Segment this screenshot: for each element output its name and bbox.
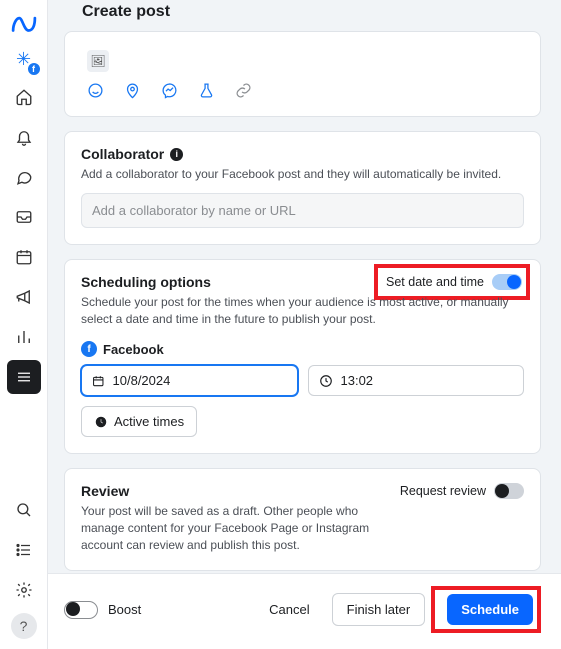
nav-all-tools-icon[interactable] xyxy=(7,360,41,394)
nav-home-icon[interactable] xyxy=(7,80,41,114)
request-review-toggle[interactable] xyxy=(494,483,524,499)
nav-insights-icon[interactable] xyxy=(7,320,41,354)
time-value: 13:02 xyxy=(341,373,374,388)
facebook-icon: f xyxy=(81,341,97,357)
nav-inbox-icon[interactable] xyxy=(7,200,41,234)
clock-fill-icon xyxy=(94,415,108,429)
nav-list-icon[interactable] xyxy=(7,533,41,567)
highlight-schedule: Schedule xyxy=(431,586,541,633)
nav-megaphone-icon[interactable] xyxy=(7,280,41,314)
page-avatar[interactable]: ✳f xyxy=(9,44,39,74)
header: Create post xyxy=(48,0,561,31)
collaborator-card: Collaborator i Add a collaborator to you… xyxy=(64,131,541,245)
finish-later-button[interactable]: Finish later xyxy=(332,593,426,626)
time-input[interactable]: 13:02 xyxy=(308,365,525,396)
collaborator-input[interactable] xyxy=(81,193,524,228)
emoji-icon[interactable] xyxy=(87,82,104,104)
schedule-button[interactable]: Schedule xyxy=(447,594,533,625)
review-card: Review Request review Your post will be … xyxy=(64,468,541,570)
page-title: Create post xyxy=(82,3,561,21)
flask-icon[interactable] xyxy=(198,82,215,104)
cancel-button[interactable]: Cancel xyxy=(255,594,323,625)
scheduling-desc: Schedule your post for the times when yo… xyxy=(81,294,524,328)
calendar-icon xyxy=(92,374,105,388)
nav-chat-icon[interactable] xyxy=(7,160,41,194)
clock-icon xyxy=(319,374,333,388)
content-scroll[interactable]: 🖼 Collaborator i Add a collaborator to y… xyxy=(48,31,561,573)
left-nav: ✳f ? xyxy=(0,0,48,649)
date-input[interactable] xyxy=(81,365,298,396)
set-date-time-label: Set date and time xyxy=(386,275,484,289)
nav-bell-icon[interactable] xyxy=(7,120,41,154)
messenger-icon[interactable] xyxy=(161,82,178,104)
set-date-time-toggle[interactable] xyxy=(492,274,522,290)
link-icon[interactable] xyxy=(235,82,252,104)
review-title: Review xyxy=(81,483,129,499)
date-field[interactable] xyxy=(113,373,287,388)
composer-card: 🖼 xyxy=(64,31,541,117)
collaborator-desc: Add a collaborator to your Facebook post… xyxy=(81,166,524,183)
active-times-label: Active times xyxy=(114,414,184,429)
nav-calendar-icon[interactable] xyxy=(7,240,41,274)
review-desc: Your post will be saved as a draft. Othe… xyxy=(81,503,391,553)
nav-search-icon[interactable] xyxy=(7,493,41,527)
boost-label: Boost xyxy=(108,602,141,617)
collaborator-title: Collaborator xyxy=(81,146,164,162)
active-times-button[interactable]: Active times xyxy=(81,406,197,437)
location-icon[interactable] xyxy=(124,82,141,104)
collaborator-field[interactable] xyxy=(92,203,513,218)
platform-label: Facebook xyxy=(103,342,164,357)
scheduling-title: Scheduling options xyxy=(81,274,211,290)
composer-toolbar xyxy=(81,80,524,106)
info-icon[interactable]: i xyxy=(170,148,183,161)
boost-toggle[interactable] xyxy=(64,601,98,619)
media-thumbnail[interactable]: 🖼 xyxy=(87,50,109,72)
nav-help-icon[interactable]: ? xyxy=(11,613,37,639)
nav-settings-icon[interactable] xyxy=(7,573,41,607)
meta-logo xyxy=(10,10,38,38)
scheduling-card: Scheduling options Set date and time Sch… xyxy=(64,259,541,455)
footer-bar: Boost Cancel Finish later Schedule xyxy=(48,573,561,649)
request-review-label: Request review xyxy=(400,484,486,498)
